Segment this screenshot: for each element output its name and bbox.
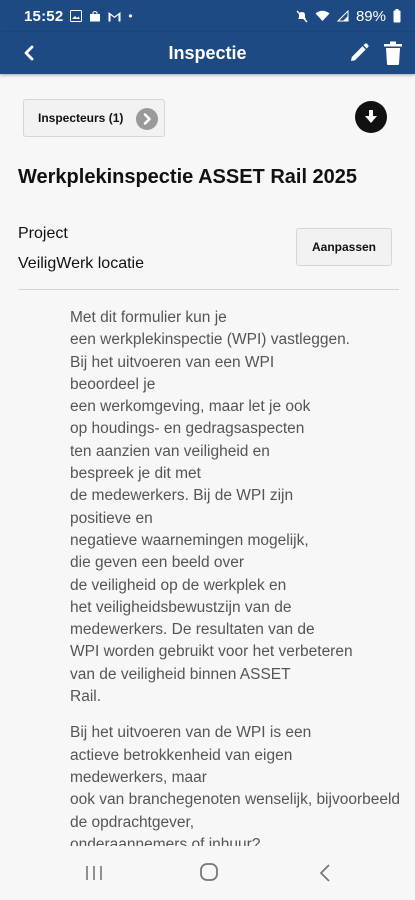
system-nav-bar: [0, 846, 415, 900]
inspectors-button-label: Inspecteurs (1): [38, 111, 124, 125]
app-bar: Inspectie: [0, 32, 415, 74]
description-line: de veiligheid op de werkplek en: [70, 576, 287, 594]
bag-icon: [90, 11, 101, 22]
home-icon: [200, 863, 218, 881]
project-label: Project: [18, 225, 68, 242]
description-line: medewerkers. De resultaten van de: [70, 621, 315, 639]
description-line: positieve en: [70, 509, 153, 527]
delete-button[interactable]: [381, 40, 405, 66]
project-value: VeiligWerk locatie: [18, 255, 144, 272]
status-right: 89%: [296, 8, 401, 25]
form-title: Werkplekinspectie ASSET Rail 2025: [18, 166, 358, 188]
wifi-icon: [315, 10, 330, 21]
description-line: negatieve waarnemingen mogelijk,: [70, 531, 309, 549]
chevron-right-icon: [136, 108, 158, 130]
description-line: van de veiligheid binnen ASSET: [70, 665, 291, 683]
edit-button[interactable]: [347, 41, 371, 65]
form-description: Met dit formulier kun je een werkplekins…: [70, 307, 415, 846]
download-button[interactable]: [355, 101, 387, 133]
trash-icon: [384, 41, 402, 65]
description-line: actieve betrokkenheid van eigen: [70, 746, 293, 764]
back-icon: [24, 45, 34, 61]
back-nav-icon: [320, 864, 330, 882]
image-icon: [70, 10, 83, 22]
divider: [18, 289, 399, 290]
main-content: Inspecteurs (1) Werkplekinspectie ASSET …: [0, 74, 415, 846]
dot-icon: •: [128, 9, 133, 23]
description-paragraph-1: Met dit formulier kun je een werkplekins…: [70, 307, 415, 708]
description-line: die geven een beeld over: [70, 554, 245, 572]
status-bar: 15:52 • 89%: [0, 0, 415, 32]
home-button[interactable]: [199, 862, 219, 882]
description-line: Rail.: [70, 688, 102, 706]
description-line: de opdrachtgever,: [70, 813, 195, 831]
description-line: WPI worden gebruikt voor het verbeteren: [70, 643, 353, 661]
description-line: een werkomgeving, maar let je ook: [70, 398, 311, 416]
description-line: Met dit formulier kun je: [70, 309, 227, 326]
description-line: ook van branchegenoten wenselijk, bijvoo…: [70, 791, 401, 809]
inspectors-button[interactable]: Inspecteurs (1): [23, 99, 165, 137]
pencil-icon: [351, 43, 369, 61]
description-line: medewerkers, maar: [70, 768, 207, 786]
signal-icon: [336, 10, 349, 22]
description-line: het veiligheidsbewustzijn van de: [70, 598, 292, 616]
description-line: Bij het uitvoeren van de WPI is een: [70, 724, 312, 742]
back-button[interactable]: [18, 41, 42, 65]
description-line: op houdings- en gedragsaspecten: [70, 420, 305, 438]
description-line: beoordeel je: [70, 375, 156, 393]
battery-icon: [393, 9, 401, 23]
mute-icon: [296, 10, 308, 22]
recents-icon: [86, 866, 102, 880]
description-line: een werkplekinspectie (WPI) vastleggen.: [70, 331, 350, 349]
battery-percent: 89%: [355, 7, 386, 25]
description-line: de medewerkers. Bij de WPI zijn: [70, 487, 294, 505]
edit-project-button[interactable]: Aanpassen: [296, 228, 392, 266]
recents-button[interactable]: [84, 864, 104, 882]
gmail-icon: [108, 11, 121, 21]
description-line: bespreek je dit met: [70, 465, 201, 483]
status-time: 15:52: [24, 7, 64, 25]
download-icon: [365, 110, 377, 123]
description-line: Bij het uitvoeren van een WPI: [70, 353, 275, 371]
description-paragraph-2: Bij het uitvoeren van de WPI is een acti…: [70, 722, 415, 846]
description-line: onderaannemers of inhuur?: [70, 835, 261, 846]
status-left: 15:52 •: [24, 8, 133, 25]
description-line: ten aanzien van veiligheid en: [70, 442, 270, 460]
back-nav-button[interactable]: [318, 863, 332, 883]
